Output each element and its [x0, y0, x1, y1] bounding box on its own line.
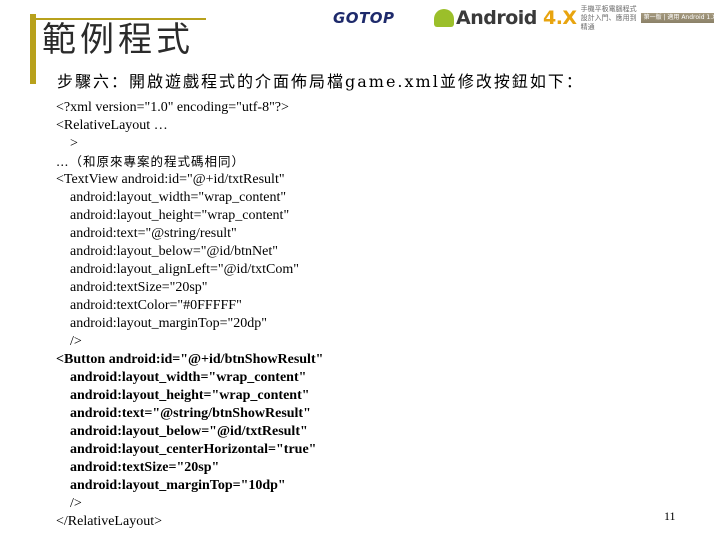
code-line: <TextView android:id="@+id/txtResult": [56, 172, 285, 187]
code-line: android:layout_marginTop="10dp": [70, 478, 286, 493]
code-line: android:layout_height="wrap_content": [70, 208, 290, 223]
code-line: android:layout_below="@id/btnNet": [70, 244, 278, 259]
banner-title: Android 4.X: [456, 7, 577, 29]
code-line: android:layout_below="@id/txtResult": [70, 424, 308, 439]
code-line: android:layout_width="wrap_content": [70, 190, 287, 205]
banner-strip: 第一版 | 適用 Android 1.X～4.X: [640, 13, 714, 23]
banner-subtitle: 手機平板電腦程式設計入門、應用到精通: [580, 4, 637, 31]
code-line: android:textSize="20sp": [70, 280, 208, 295]
banner-title-version: 4.X: [542, 7, 577, 29]
code-line: android:textColor="#0FFFFF": [70, 298, 242, 313]
slide-title: 範例程式: [42, 20, 194, 60]
code-line: android:layout_marginTop="20dp": [70, 316, 267, 331]
banner-title-main: Android: [456, 7, 543, 29]
code-line: android:layout_width="wrap_content": [70, 370, 307, 385]
code-line: android:layout_centerHorizontal="true": [70, 442, 317, 457]
code-line: >: [70, 136, 78, 151]
code-line: android:text="@string/btnShowResult": [70, 406, 311, 421]
code-line: android:layout_height="wrap_content": [70, 388, 310, 403]
step-heading: 步驟六：開啟遊戲程式的介面佈局檔game.xml並修改按鈕如下：: [57, 72, 584, 91]
code-line: />: [70, 334, 82, 349]
code-line: />: [70, 496, 82, 511]
code-line: <?xml version="1.0" encoding="utf-8"?>: [56, 100, 289, 115]
code-line: </RelativeLayout>: [56, 514, 162, 529]
code-line: <RelativeLayout …: [56, 118, 168, 133]
publisher-logo: GOTOP: [333, 9, 395, 27]
code-line: …（和原來專案的程式碼相同）: [56, 154, 246, 169]
code-block: <?xml version="1.0" encoding="utf-8"?> <R…: [56, 99, 616, 531]
android-robot-icon: [434, 9, 454, 27]
book-banner: Android 4.X 手機平板電腦程式設計入門、應用到精通 第一版 | 適用 …: [434, 4, 714, 32]
code-line: <Button android:id="@+id/btnShowResult": [56, 352, 324, 367]
code-line: android:textSize="20sp": [70, 460, 220, 475]
title-accent-bar: [30, 14, 36, 84]
code-line: android:text="@string/result": [70, 226, 237, 241]
page-number: 11: [664, 509, 676, 523]
code-line: android:layout_alignLeft="@id/txtCom": [70, 262, 299, 277]
